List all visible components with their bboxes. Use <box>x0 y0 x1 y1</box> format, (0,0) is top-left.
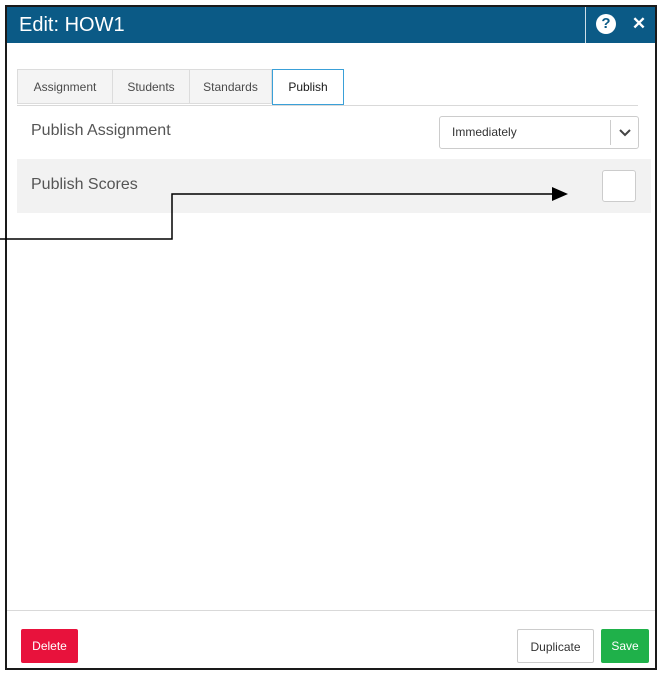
publish-scores-checkbox[interactable] <box>602 170 636 202</box>
tab-standards[interactable]: Standards <box>189 69 272 104</box>
question-circle-icon: ? <box>601 15 611 32</box>
publish-assignment-select[interactable]: Immediately <box>439 116 639 149</box>
select-divider <box>610 120 611 145</box>
duplicate-button[interactable]: Duplicate <box>517 629 594 663</box>
help-button[interactable]: ? <box>596 14 616 34</box>
delete-button[interactable]: Delete <box>21 629 78 663</box>
tab-bar: Assignment Students Standards Publish <box>17 69 638 106</box>
dialog-title: Edit: HOW1 <box>19 14 125 36</box>
publish-assignment-label: Publish Assignment <box>31 122 171 139</box>
tab-publish[interactable]: Publish <box>272 69 344 105</box>
footer-divider <box>7 610 655 611</box>
publish-assignment-row: Publish Assignment Immediately <box>17 105 651 159</box>
titlebar-divider <box>585 7 586 43</box>
publish-scores-label: Publish Scores <box>31 176 138 193</box>
chevron-down-icon <box>612 117 638 148</box>
publish-scores-row: Publish Scores <box>17 159 651 213</box>
close-button[interactable]: ✕ <box>628 13 650 35</box>
tab-assignment[interactable]: Assignment <box>17 69 113 104</box>
edit-dialog: Edit: HOW1 ? ✕ Assignment Students Stand… <box>5 5 657 670</box>
dialog-titlebar: Edit: HOW1 ? ✕ <box>7 7 655 43</box>
close-icon: ✕ <box>631 14 647 33</box>
publish-assignment-value: Immediately <box>452 125 517 139</box>
save-button[interactable]: Save <box>601 629 649 663</box>
tab-students[interactable]: Students <box>112 69 190 104</box>
